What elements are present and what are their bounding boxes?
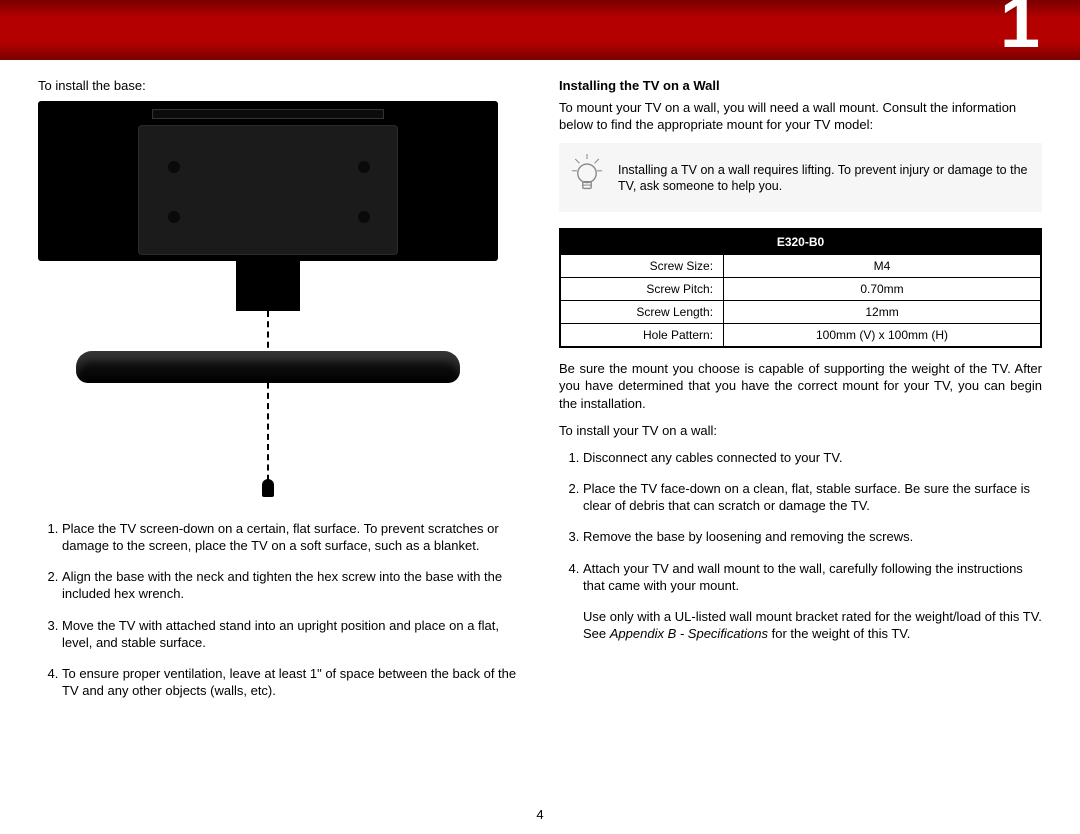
chapter-number: 1 bbox=[1000, 0, 1040, 64]
alignment-line bbox=[267, 311, 269, 491]
base-install-illustration bbox=[38, 101, 498, 506]
wall-install-lead: To install your TV on a wall: bbox=[559, 422, 1042, 439]
mount-hole-icon bbox=[358, 211, 370, 223]
lightbulb-icon bbox=[570, 154, 604, 201]
mount-hole-icon bbox=[168, 211, 180, 223]
spec-val: 12mm bbox=[724, 301, 1041, 324]
wall-mount-heading: Installing the TV on a Wall bbox=[559, 78, 1042, 93]
chapter-header: 1 bbox=[0, 0, 1080, 60]
stand-neck bbox=[236, 261, 300, 311]
mount-spec-table: E320-B0 Screw Size: M4 Screw Pitch: 0.70… bbox=[559, 228, 1042, 348]
table-row: Hole Pattern: 100mm (V) x 100mm (H) bbox=[560, 324, 1041, 348]
spec-key: Hole Pattern: bbox=[560, 324, 724, 348]
list-item: Align the base with the neck and tighten… bbox=[62, 568, 521, 602]
base-install-steps: Place the TV screen-down on a certain, f… bbox=[62, 520, 521, 699]
table-row: Screw Pitch: 0.70mm bbox=[560, 278, 1041, 301]
list-item: Place the TV face-down on a clean, flat,… bbox=[583, 480, 1042, 514]
spec-val: M4 bbox=[724, 255, 1041, 278]
list-item: Move the TV with attached stand into an … bbox=[62, 617, 521, 651]
spec-title: E320-B0 bbox=[560, 229, 1041, 255]
mount-hole-icon bbox=[168, 161, 180, 173]
wall-mount-intro: To mount your TV on a wall, you will nee… bbox=[559, 99, 1042, 133]
mount-capacity-note: Be sure the mount you choose is capable … bbox=[559, 360, 1042, 411]
left-column: To install the base: Place the TV screen… bbox=[38, 78, 521, 713]
ul-bracket-note: Use only with a UL-listed wall mount bra… bbox=[583, 608, 1042, 642]
spec-key: Screw Length: bbox=[560, 301, 724, 324]
hex-screw-icon bbox=[262, 479, 274, 497]
table-row: Screw Size: M4 bbox=[560, 255, 1041, 278]
mount-well bbox=[138, 125, 398, 255]
list-item: Remove the base by loosening and removin… bbox=[583, 528, 1042, 545]
stand-base bbox=[76, 351, 460, 383]
page-number: 4 bbox=[0, 807, 1080, 822]
spec-key: Screw Pitch: bbox=[560, 278, 724, 301]
base-install-lead: To install the base: bbox=[38, 78, 521, 93]
list-item: Disconnect any cables connected to your … bbox=[583, 449, 1042, 466]
note-post: for the weight of this TV. bbox=[768, 626, 910, 641]
mount-hole-icon bbox=[358, 161, 370, 173]
note-italic: Appendix B - Specifications bbox=[610, 626, 768, 641]
list-item: To ensure proper ventilation, leave at l… bbox=[62, 665, 521, 699]
page-body: To install the base: Place the TV screen… bbox=[38, 78, 1042, 713]
lifting-tip: Installing a TV on a wall requires lifti… bbox=[559, 143, 1042, 212]
table-row: Screw Length: 12mm bbox=[560, 301, 1041, 324]
port-strip bbox=[152, 109, 384, 119]
spec-val: 100mm (V) x 100mm (H) bbox=[724, 324, 1041, 348]
tip-text: Installing a TV on a wall requires lifti… bbox=[618, 162, 1031, 195]
list-item: Attach your TV and wall mount to the wal… bbox=[583, 560, 1042, 594]
list-item: Place the TV screen-down on a certain, f… bbox=[62, 520, 521, 554]
wall-install-steps: Disconnect any cables connected to your … bbox=[583, 449, 1042, 594]
spec-val: 0.70mm bbox=[724, 278, 1041, 301]
spec-key: Screw Size: bbox=[560, 255, 724, 278]
right-column: Installing the TV on a Wall To mount you… bbox=[559, 78, 1042, 713]
